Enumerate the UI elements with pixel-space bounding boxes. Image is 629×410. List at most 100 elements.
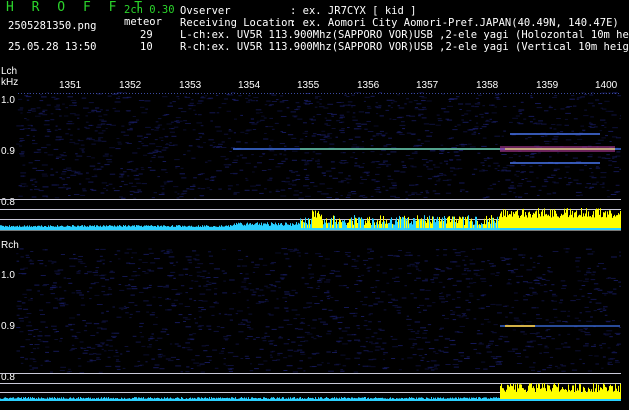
lch-amplitude-bar <box>381 223 382 228</box>
rch-amplitude-bar <box>469 397 470 399</box>
rch-noise <box>170 271 176 273</box>
lch-dot <box>114 93 115 94</box>
rch-noise <box>406 315 409 317</box>
rch-noise <box>461 273 468 275</box>
lch-noise <box>451 147 457 148</box>
lch-noise <box>193 109 196 111</box>
rch-noise <box>160 331 167 333</box>
lch-noise <box>188 108 192 110</box>
rch-noise <box>578 320 581 322</box>
lch-dot <box>579 93 580 94</box>
rch-noise <box>581 295 585 297</box>
lch-amplitude-bar <box>336 219 337 228</box>
rch-amplitude-bar <box>243 398 244 399</box>
lch-noise <box>223 133 229 135</box>
lch-noise <box>158 194 165 195</box>
rch-noise <box>476 333 483 335</box>
rch-amplitude-bar <box>544 383 545 399</box>
rch-noise <box>590 316 593 318</box>
lch-noise <box>382 135 385 137</box>
lch-amplitude-bar <box>587 216 588 228</box>
lch-noise <box>394 197 400 199</box>
rch-noise <box>16 305 22 307</box>
lch-noise <box>31 184 35 186</box>
lch-noise <box>204 95 208 97</box>
lch-noise <box>394 170 400 172</box>
lch-noise <box>501 154 507 155</box>
lch-noise <box>197 187 201 189</box>
lch-amplitude-bar <box>565 212 566 228</box>
rch-noise <box>258 258 264 260</box>
lch-amplitude-bar <box>112 225 113 228</box>
rch-amplitude-bar <box>27 398 28 399</box>
rch-noise <box>102 263 105 265</box>
lch-noise <box>371 179 376 181</box>
lch-noise <box>238 95 242 97</box>
lch-noise <box>352 193 357 195</box>
rch-noise <box>357 340 361 342</box>
rch-noise <box>17 300 22 302</box>
lch-noise <box>233 132 236 134</box>
lch-noise <box>376 133 382 135</box>
rch-noise <box>296 336 302 338</box>
lch-amplitude-bar <box>575 212 576 228</box>
rch-noise <box>430 360 437 362</box>
lch-amplitude-bar <box>560 215 561 228</box>
lch-noise <box>536 194 540 196</box>
rch-amplitude-bar <box>281 398 282 399</box>
lch-noise <box>211 176 217 178</box>
lch-dot <box>423 93 424 94</box>
lch-noise <box>256 120 262 122</box>
lch-amplitude-bar <box>138 225 139 228</box>
lch-amplitude-bar <box>285 222 286 228</box>
rch-noise <box>522 257 525 259</box>
rch-noise <box>79 372 85 373</box>
rch-noise <box>105 365 112 367</box>
lch-amplitude-bar <box>214 226 215 228</box>
lch-noise <box>485 120 491 122</box>
rch-noise <box>417 348 424 350</box>
lch-noise <box>161 169 167 171</box>
lch-amplitude-bar <box>130 226 131 228</box>
lch-amplitude-bar <box>139 225 140 228</box>
rch-noise <box>413 297 417 299</box>
rch-noise <box>19 248 24 250</box>
lch-dot <box>27 93 28 94</box>
rch-amplitude-bar <box>265 398 266 399</box>
rch-amplitude-bar <box>600 387 601 399</box>
rch-noise <box>250 363 253 365</box>
rch-noise <box>299 360 303 362</box>
lch-noise <box>143 154 148 156</box>
rch-amplitude-bar <box>21 397 22 399</box>
lch-noise <box>405 191 408 193</box>
rch-noise <box>37 347 40 349</box>
rch-noise <box>466 356 470 358</box>
lch-noise <box>229 151 232 152</box>
lch-noise <box>587 156 593 158</box>
rch-noise <box>414 279 417 281</box>
lch-amplitude-bar <box>457 223 458 228</box>
lch-amplitude-bar <box>570 208 571 228</box>
lch-noise <box>457 124 461 126</box>
rch-noise <box>309 277 312 279</box>
rch-noise <box>184 306 191 307</box>
lch-noise <box>529 121 533 123</box>
rch-noise <box>533 261 536 263</box>
lch-noise <box>475 97 479 99</box>
rch-noise <box>182 317 188 319</box>
lch-amplitude-bar <box>243 225 244 228</box>
lch-amplitude-bar <box>35 225 36 228</box>
rch-noise <box>68 368 71 370</box>
lch-noise <box>74 114 80 116</box>
lch-amplitude-bar <box>620 211 621 228</box>
rch-noise <box>375 280 380 282</box>
lch-noise <box>327 113 333 114</box>
rch-noise <box>148 344 152 346</box>
lch-noise <box>612 156 617 158</box>
lch-noise <box>392 185 397 187</box>
rch-noise <box>452 249 457 251</box>
rch-noise <box>575 260 580 262</box>
lch-amplitude-bar <box>247 222 248 228</box>
lch-noise <box>240 114 243 116</box>
lch-dot <box>546 93 547 94</box>
